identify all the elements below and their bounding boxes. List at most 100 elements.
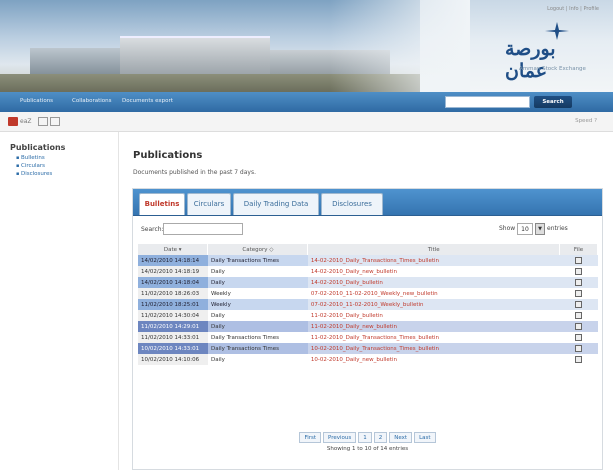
publications-panel: Bulletins Circulars Daily Trading Data D…: [132, 188, 603, 470]
tab-bulletins[interactable]: Bulletins: [139, 193, 185, 215]
pdf-icon[interactable]: [8, 117, 18, 126]
tab-circulars[interactable]: Circulars: [187, 193, 231, 215]
table-search-input[interactable]: [163, 223, 243, 235]
cell-category: Daily: [207, 277, 308, 288]
file-icon[interactable]: [575, 257, 583, 264]
cell-date: 11/02/2010 14:29:01: [138, 321, 208, 332]
file-icon[interactable]: [575, 301, 583, 308]
cell-title-link[interactable]: 14-02-2010_Daily_bulletin: [307, 277, 560, 288]
table-row[interactable]: 11/02/2010 14:33:01 Daily Transactions Ti…: [138, 332, 598, 343]
cell-title-link[interactable]: 14-02-2010_Daily_new_bulletin: [307, 266, 560, 277]
cell-title-link[interactable]: 11-02-2010_Daily_bulletin: [307, 310, 560, 321]
chevron-down-icon[interactable]: ▼: [535, 223, 545, 235]
cell-date: 11/02/2010 18:25:01: [138, 299, 208, 310]
entries-label: entries: [547, 225, 568, 232]
column-header-file[interactable]: File: [559, 244, 598, 255]
cell-file: [559, 321, 598, 332]
table-row[interactable]: 11/02/2010 18:26:03 Weekly 07-02-2010_11-0…: [138, 288, 598, 299]
cell-date: 11/02/2010 18:26:03: [138, 288, 208, 299]
logo-arabic: بورصة عمان: [505, 38, 556, 82]
file-icon[interactable]: [575, 323, 583, 330]
table-row[interactable]: 14/02/2010 14:18:19 Daily 14-02-2010_Daily…: [138, 266, 598, 277]
cell-title-link[interactable]: 14-02-2010_Daily_Transactions_Times_bull…: [307, 255, 560, 266]
logo-english: Amman Stock Exchange: [519, 66, 586, 72]
tab-disclosures[interactable]: Disclosures: [321, 193, 383, 215]
cell-file: [559, 310, 598, 321]
tab-daily-trading-data[interactable]: Daily Trading Data: [233, 193, 319, 215]
page-1-button[interactable]: 1: [358, 432, 372, 443]
cell-category: Daily Transactions Times: [207, 332, 308, 343]
file-icon[interactable]: [575, 334, 583, 341]
sidebar-item-bulletins[interactable]: Bulletins: [16, 155, 110, 161]
cell-title-link[interactable]: 11-02-2010_Daily_Transactions_Times_bull…: [307, 332, 560, 343]
cell-file: [559, 277, 598, 288]
cell-category: Daily: [207, 321, 308, 332]
table-row[interactable]: 11/02/2010 14:29:01 Daily 11-02-2010_Daily…: [138, 321, 598, 332]
cell-title-link[interactable]: 11-02-2010_Daily_new_bulletin: [307, 321, 560, 332]
sidebar-item-circulars[interactable]: Circulars: [16, 163, 110, 169]
file-icon[interactable]: [575, 279, 583, 286]
nav-item-publications[interactable]: Publications: [20, 98, 53, 104]
table-row[interactable]: 10/02/2010 14:10:06 Daily 10-02-2010_Daily…: [138, 354, 598, 365]
toolbar: eaZ Speed ?: [0, 112, 613, 132]
column-header-category[interactable]: Category ◇: [207, 244, 309, 255]
cell-file: [559, 255, 598, 266]
cell-category: Daily Transactions Times: [207, 343, 308, 354]
show-label: Show: [499, 225, 516, 232]
sidebar-title: Publications: [10, 143, 66, 152]
page-2-button[interactable]: 2: [373, 432, 388, 443]
nav-item-collaborations[interactable]: Collaborations: [72, 98, 112, 104]
entries-select[interactable]: 10: [517, 223, 533, 235]
divider: [118, 132, 119, 470]
cell-file: [559, 332, 598, 343]
cell-category: Weekly: [207, 299, 308, 310]
cell-title-link[interactable]: 07-02-2010_11-02-2010_Weekly_new_bulleti…: [307, 288, 560, 299]
page-previous-button[interactable]: Previous: [323, 432, 357, 443]
cell-category: Daily Transactions Times: [207, 255, 308, 266]
cell-file: [559, 354, 598, 365]
top-links[interactable]: Logout | Info | Profile: [547, 6, 599, 12]
cell-file: [559, 266, 598, 277]
table-row[interactable]: 14/02/2010 14:18:14 Daily Transactions Ti…: [138, 255, 598, 266]
table-search-label: Search:: [141, 226, 164, 233]
edit-icon[interactable]: [38, 117, 48, 126]
search-button[interactable]: Search: [534, 96, 572, 108]
nav-item-documents-export[interactable]: Documents export: [122, 98, 173, 104]
cell-title-link[interactable]: 07-02-2010_11-02-2010_Weekly_bulletin: [307, 299, 560, 310]
file-icon[interactable]: [575, 345, 583, 352]
ase-logo: بورصة عمان Amman Stock Exchange: [505, 22, 595, 82]
speed-label[interactable]: Speed ?: [575, 118, 597, 124]
file-icon[interactable]: [575, 268, 583, 275]
cell-category: Daily: [207, 310, 308, 321]
cell-date: 11/02/2010 14:30:04: [138, 310, 208, 321]
page-last-button[interactable]: Last: [414, 432, 436, 443]
table-row[interactable]: 10/02/2010 14:33:01 Daily Transactions Ti…: [138, 343, 598, 354]
file-icon[interactable]: [575, 290, 583, 297]
file-icon[interactable]: [575, 312, 583, 319]
cell-date: 10/02/2010 14:33:01: [138, 343, 208, 354]
cell-file: [559, 288, 598, 299]
cell-title-link[interactable]: 10-02-2010_Daily_Transactions_Times_bull…: [307, 343, 560, 354]
cell-category: Weekly: [207, 288, 308, 299]
cell-title-link[interactable]: 10-02-2010_Daily_new_bulletin: [307, 354, 560, 365]
nav-bar: Publications Collaborations Documents ex…: [0, 92, 613, 112]
page-first-button[interactable]: First: [299, 432, 322, 443]
cell-category: Daily: [207, 266, 308, 277]
grid-icon[interactable]: [50, 117, 60, 126]
sidebar-item-disclosures[interactable]: Disclosures: [16, 171, 110, 177]
table-row[interactable]: 14/02/2010 14:18:04 Daily 14-02-2010_Daily…: [138, 277, 598, 288]
column-header-date[interactable]: Date ▾: [138, 244, 209, 255]
column-header-title[interactable]: Title: [307, 244, 561, 255]
table-row[interactable]: 11/02/2010 14:30:04 Daily 11-02-2010_Daily…: [138, 310, 598, 321]
header-banner: Logout | Info | Profile بورصة عمان Amman…: [0, 0, 613, 92]
publications-table: Date ▾ Category ◇ Title File 14/02/2010 …: [138, 244, 598, 365]
export-label[interactable]: eaZ: [20, 118, 31, 125]
cell-category: Daily: [207, 354, 308, 365]
search-input[interactable]: [445, 96, 530, 108]
file-icon[interactable]: [575, 356, 583, 363]
table-row[interactable]: 11/02/2010 18:25:01 Weekly 07-02-2010_11-0…: [138, 299, 598, 310]
page-next-button[interactable]: Next: [389, 432, 413, 443]
sidebar: Publications Bulletins Circulars Disclos…: [10, 143, 110, 177]
pagination: First Previous 1 2 Next Last: [133, 432, 602, 443]
cell-file: [559, 343, 598, 354]
